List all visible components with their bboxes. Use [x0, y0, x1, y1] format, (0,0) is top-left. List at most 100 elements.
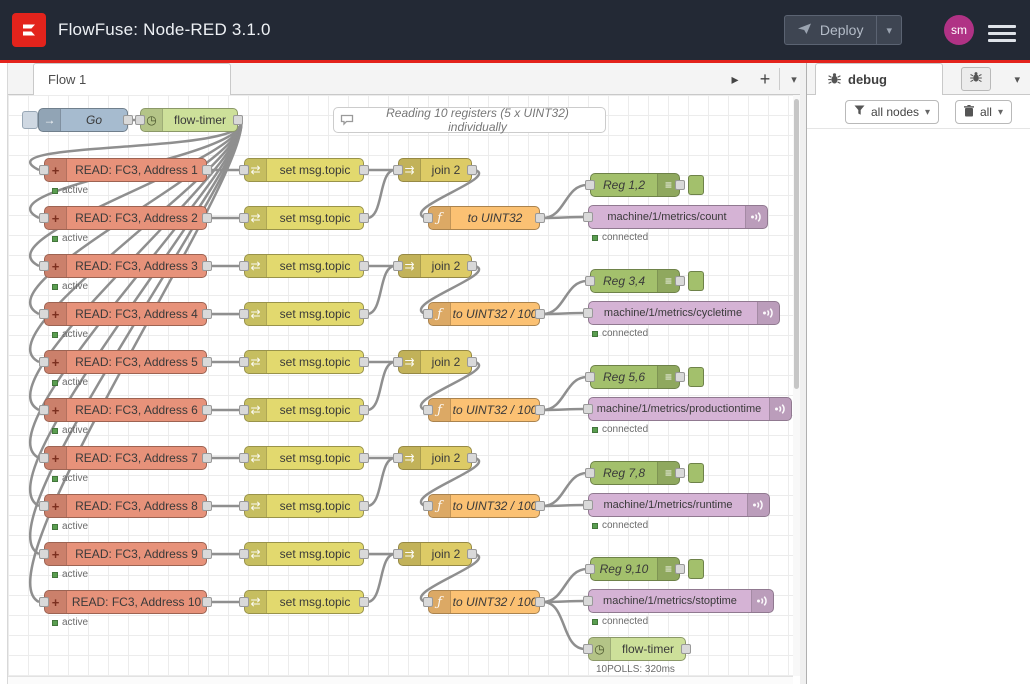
- input-port[interactable]: [239, 309, 249, 319]
- input-port[interactable]: [583, 644, 593, 654]
- input-port[interactable]: [39, 501, 49, 511]
- node-modbus-read-7[interactable]: +READ: FC3, Address 7: [44, 446, 207, 470]
- wire[interactable]: [543, 377, 587, 410]
- output-port[interactable]: [359, 597, 369, 607]
- input-port[interactable]: [135, 115, 145, 125]
- output-port[interactable]: [535, 597, 545, 607]
- input-port[interactable]: [39, 453, 49, 463]
- wire[interactable]: [543, 185, 587, 218]
- wire[interactable]: [367, 458, 395, 506]
- input-port[interactable]: [585, 372, 595, 382]
- node-link-1[interactable]: [688, 175, 704, 195]
- node-change-4[interactable]: ⇄set msg.topic: [244, 302, 364, 326]
- output-port[interactable]: [467, 261, 477, 271]
- input-port[interactable]: [423, 309, 433, 319]
- wire[interactable]: [367, 554, 395, 602]
- wire[interactable]: [543, 602, 585, 649]
- node-register-3[interactable]: Reg 5,6≡: [590, 365, 680, 389]
- input-port[interactable]: [423, 501, 433, 511]
- output-port[interactable]: [681, 644, 691, 654]
- output-port[interactable]: [202, 357, 212, 367]
- node-register-2[interactable]: Reg 3,4≡: [590, 269, 680, 293]
- input-port[interactable]: [393, 549, 403, 559]
- output-port[interactable]: [359, 357, 369, 367]
- input-port[interactable]: [423, 213, 433, 223]
- input-port[interactable]: [39, 357, 49, 367]
- output-port[interactable]: [359, 453, 369, 463]
- output-port[interactable]: [535, 501, 545, 511]
- wire[interactable]: [543, 473, 587, 506]
- input-port[interactable]: [393, 261, 403, 271]
- node-modbus-read-6[interactable]: +READ: FC3, Address 6: [44, 398, 207, 422]
- node-join-5[interactable]: ⇉join 2: [398, 542, 472, 566]
- flow-canvas[interactable]: → Go ◷ flow-timer Reading 10 registers (…: [8, 95, 793, 676]
- node-join-4[interactable]: ⇉join 2: [398, 446, 472, 470]
- debug-node-filter-dropdown[interactable]: all nodes ▾: [845, 100, 939, 124]
- input-port[interactable]: [583, 596, 593, 606]
- input-port[interactable]: [239, 549, 249, 559]
- input-port[interactable]: [239, 405, 249, 415]
- input-port[interactable]: [583, 212, 593, 222]
- output-port[interactable]: [202, 405, 212, 415]
- node-flow-timer-bottom[interactable]: ◷ flow-timer: [588, 637, 686, 661]
- wire[interactable]: [367, 170, 395, 218]
- output-port[interactable]: [675, 372, 685, 382]
- scrollbar-thumb[interactable]: [794, 99, 799, 389]
- debug-message-list[interactable]: [807, 129, 1030, 684]
- node-link-5[interactable]: [688, 559, 704, 579]
- node-mqtt-4[interactable]: machine/1/metrics/runtime: [588, 493, 770, 517]
- node-modbus-read-2[interactable]: +READ: FC3, Address 2: [44, 206, 207, 230]
- node-link-3[interactable]: [688, 367, 704, 387]
- node-join-1[interactable]: ⇉join 2: [398, 158, 472, 182]
- input-port[interactable]: [239, 261, 249, 271]
- input-port[interactable]: [585, 468, 595, 478]
- node-change-8[interactable]: ⇄set msg.topic: [244, 494, 364, 518]
- input-port[interactable]: [239, 597, 249, 607]
- output-port[interactable]: [202, 597, 212, 607]
- output-port[interactable]: [202, 453, 212, 463]
- output-port[interactable]: [535, 405, 545, 415]
- node-link-4[interactable]: [688, 463, 704, 483]
- node-inject[interactable]: → Go: [38, 108, 128, 132]
- output-port[interactable]: [202, 213, 212, 223]
- node-mqtt-5[interactable]: machine/1/metrics/stoptime: [588, 589, 774, 613]
- node-modbus-read-4[interactable]: +READ: FC3, Address 4: [44, 302, 207, 326]
- output-port[interactable]: [467, 357, 477, 367]
- input-port[interactable]: [39, 549, 49, 559]
- output-port[interactable]: [202, 309, 212, 319]
- node-join-2[interactable]: ⇉join 2: [398, 254, 472, 278]
- tab-debug[interactable]: debug: [815, 63, 943, 95]
- deploy-button[interactable]: Deploy ▾: [784, 15, 902, 45]
- node-function-1[interactable]: ƒto UINT32: [428, 206, 540, 230]
- input-port[interactable]: [583, 500, 593, 510]
- node-comment[interactable]: Reading 10 registers (5 x UINT32) indivi…: [333, 107, 606, 133]
- node-change-10[interactable]: ⇄set msg.topic: [244, 590, 364, 614]
- node-function-5[interactable]: ƒto UINT32 / 100: [428, 590, 540, 614]
- flowfuse-logo-icon[interactable]: [12, 13, 46, 47]
- output-port[interactable]: [467, 165, 477, 175]
- output-port[interactable]: [467, 453, 477, 463]
- wire[interactable]: [367, 362, 395, 410]
- node-modbus-read-9[interactable]: +READ: FC3, Address 9: [44, 542, 207, 566]
- output-port[interactable]: [675, 276, 685, 286]
- node-flow-timer-top[interactable]: ◷ flow-timer: [140, 108, 238, 132]
- main-menu-button[interactable]: [988, 21, 1016, 46]
- input-port[interactable]: [39, 165, 49, 175]
- input-port[interactable]: [39, 213, 49, 223]
- input-port[interactable]: [39, 405, 49, 415]
- node-change-1[interactable]: ⇄set msg.topic: [244, 158, 364, 182]
- output-port[interactable]: [202, 501, 212, 511]
- node-register-4[interactable]: Reg 7,8≡: [590, 461, 680, 485]
- wire[interactable]: [367, 266, 395, 314]
- output-port[interactable]: [233, 115, 243, 125]
- output-port[interactable]: [675, 468, 685, 478]
- output-port[interactable]: [535, 309, 545, 319]
- node-change-6[interactable]: ⇄set msg.topic: [244, 398, 364, 422]
- node-change-7[interactable]: ⇄set msg.topic: [244, 446, 364, 470]
- input-port[interactable]: [239, 501, 249, 511]
- node-change-9[interactable]: ⇄set msg.topic: [244, 542, 364, 566]
- output-port[interactable]: [675, 564, 685, 574]
- output-port[interactable]: [359, 309, 369, 319]
- node-modbus-read-10[interactable]: +READ: FC3, Address 10: [44, 590, 207, 614]
- node-modbus-read-8[interactable]: +READ: FC3, Address 8: [44, 494, 207, 518]
